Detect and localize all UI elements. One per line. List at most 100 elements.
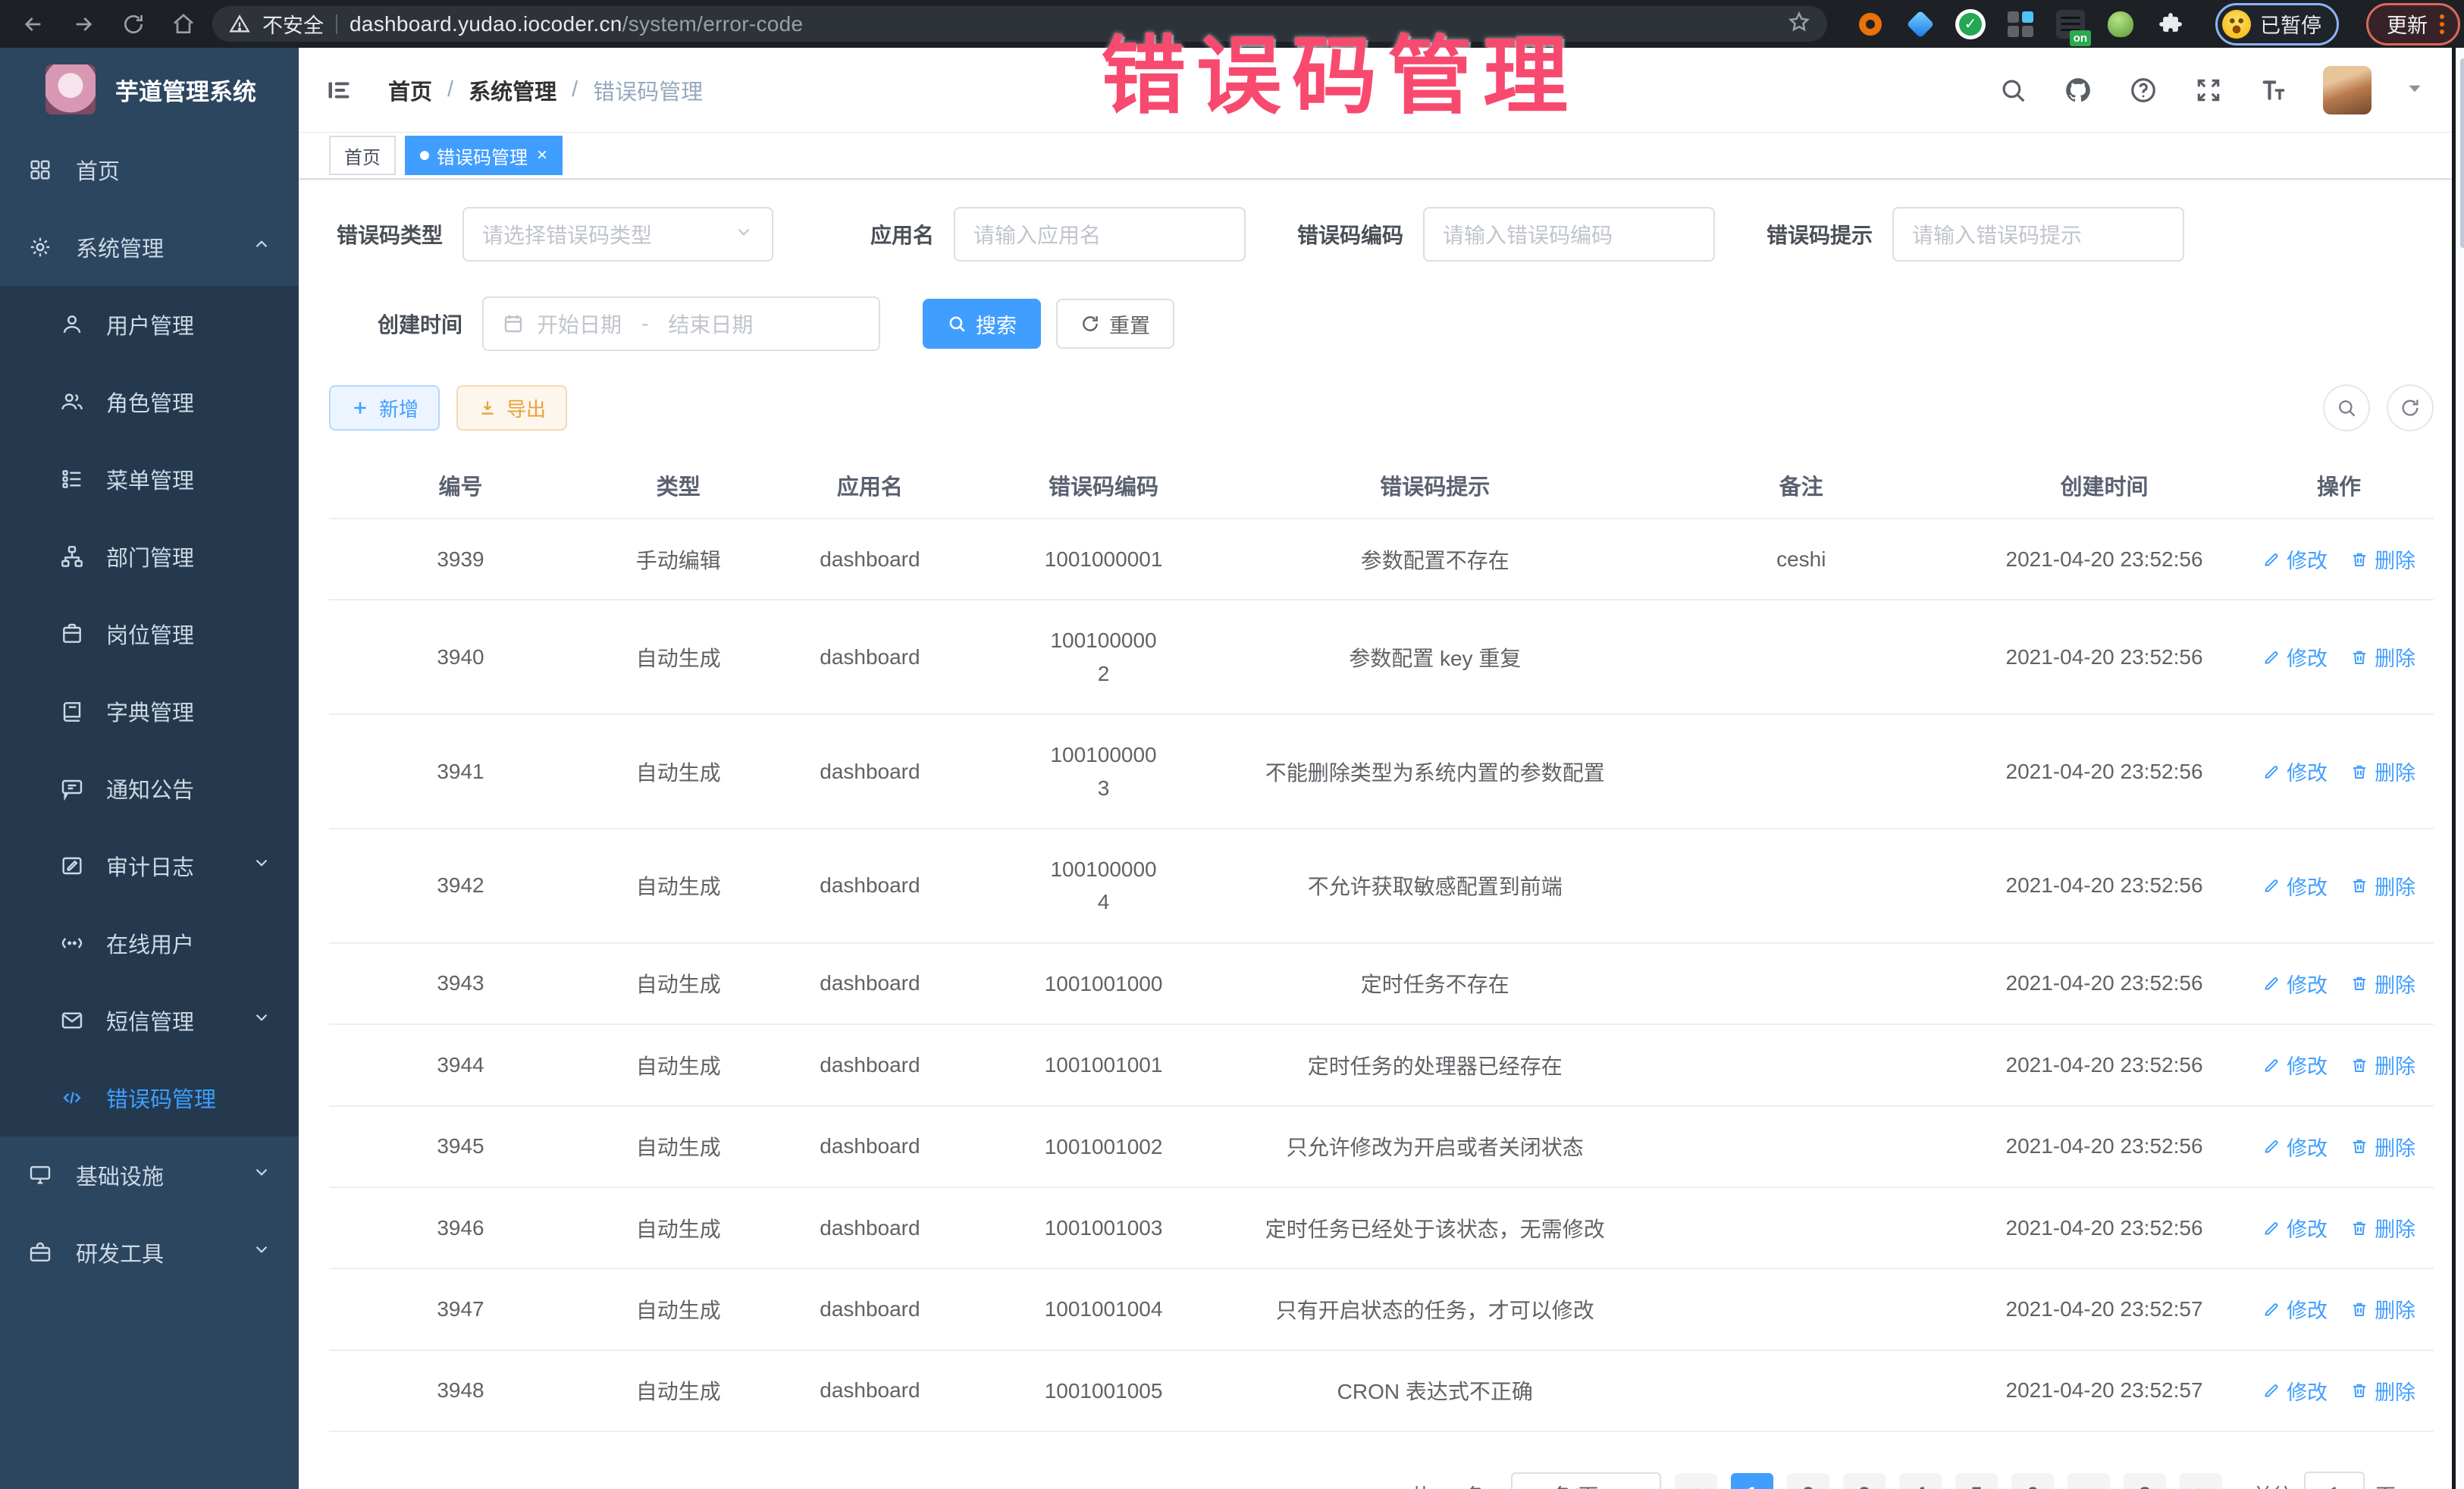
page-button[interactable]: 5 bbox=[1955, 1473, 1998, 1489]
tag-close-icon[interactable]: × bbox=[537, 146, 547, 165]
fullscreen-icon[interactable] bbox=[2193, 74, 2224, 106]
delete-link[interactable]: 删除 bbox=[2350, 1213, 2415, 1243]
edit-link[interactable]: 修改 bbox=[2262, 1376, 2328, 1406]
add-button[interactable]: 新增 bbox=[329, 385, 440, 431]
page-button[interactable]: 6 bbox=[2011, 1473, 2054, 1489]
prev-page-button[interactable] bbox=[1675, 1473, 1717, 1489]
cell-created: 2021-04-20 23:52:56 bbox=[1964, 600, 2244, 714]
date-range-picker[interactable]: 开始日期 - 结束日期 bbox=[482, 296, 880, 351]
github-icon[interactable] bbox=[2062, 74, 2094, 106]
delete-link[interactable]: 删除 bbox=[2350, 1132, 2415, 1161]
edit-link[interactable]: 修改 bbox=[2262, 642, 2328, 672]
sidebar-logo[interactable]: 芋道管理系统 bbox=[0, 48, 299, 131]
edit-link[interactable]: 修改 bbox=[2262, 871, 2328, 901]
sidebar-item[interactable]: 审计日志 bbox=[0, 827, 299, 904]
search-icon[interactable] bbox=[1997, 74, 2029, 106]
delete-link[interactable]: 删除 bbox=[2350, 757, 2415, 786]
reset-button[interactable]: 重置 bbox=[1056, 299, 1174, 349]
delete-link[interactable]: 删除 bbox=[2350, 1294, 2415, 1324]
extension-list-icon[interactable]: on bbox=[2055, 8, 2086, 40]
user-icon bbox=[59, 312, 85, 337]
avatar-caret-down-icon[interactable] bbox=[2405, 78, 2425, 102]
extension-grid-icon[interactable] bbox=[2005, 8, 2036, 40]
edit-icon bbox=[2262, 648, 2281, 666]
top-navbar: 首页/系统管理/错误码管理 bbox=[299, 48, 2464, 133]
dashboard-icon bbox=[27, 157, 53, 183]
delete-link[interactable]: 删除 bbox=[2350, 642, 2415, 672]
extension-gem-icon[interactable] bbox=[1904, 8, 1936, 40]
toggle-search-button[interactable] bbox=[2323, 384, 2370, 431]
user-avatar[interactable] bbox=[2323, 66, 2372, 114]
extensions-puzzle-icon[interactable] bbox=[2155, 8, 2187, 40]
sidebar-item[interactable]: 菜单管理 bbox=[0, 440, 299, 518]
tag-active[interactable]: 错误码管理× bbox=[405, 136, 563, 175]
next-page-button[interactable] bbox=[2180, 1473, 2222, 1489]
sidebar-item-label: 岗位管理 bbox=[106, 618, 194, 650]
edit-link[interactable]: 修改 bbox=[2262, 544, 2328, 574]
error-code-input[interactable]: 请输入错误码编码 bbox=[1423, 207, 1715, 262]
cell-id: 3947 bbox=[329, 1268, 592, 1350]
delete-link[interactable]: 删除 bbox=[2350, 1376, 2415, 1406]
sidebar-item[interactable]: 基础设施 bbox=[0, 1136, 299, 1214]
edit-link[interactable]: 修改 bbox=[2262, 757, 2328, 786]
error-hint-input[interactable]: 请输入错误码提示 bbox=[1892, 207, 2184, 262]
sidebar-item[interactable]: 研发工具 bbox=[0, 1214, 299, 1291]
gear-icon bbox=[27, 234, 53, 260]
breadcrumb-item[interactable]: 系统管理 bbox=[469, 74, 556, 106]
extension-orange-icon[interactable] bbox=[1854, 8, 1886, 40]
page-more-button[interactable]: ··· bbox=[2067, 1473, 2110, 1489]
browser-forward-icon[interactable] bbox=[62, 7, 105, 42]
app-name-input[interactable]: 请输入应用名 bbox=[954, 207, 1246, 262]
page-scrollbar-thumb[interactable] bbox=[2460, 58, 2464, 248]
table-row: 3940自动生成dashboard100100000 2参数配置 key 重复2… bbox=[329, 600, 2434, 714]
delete-link[interactable]: 删除 bbox=[2350, 871, 2415, 901]
page-button[interactable]: 3 bbox=[1843, 1473, 1886, 1489]
page-button[interactable]: 4 bbox=[1899, 1473, 1942, 1489]
browser-profile-chip[interactable]: 已暂停 bbox=[2215, 3, 2339, 45]
bookmark-star-icon[interactable] bbox=[1788, 11, 1810, 37]
sidebar-item[interactable]: 用户管理 bbox=[0, 286, 299, 363]
font-size-icon[interactable] bbox=[2258, 74, 2290, 106]
browser-update-button[interactable]: 更新 bbox=[2366, 3, 2460, 45]
goto-page-input[interactable]: 1 bbox=[2304, 1472, 2365, 1489]
help-icon[interactable] bbox=[2127, 74, 2159, 106]
breadcrumb-item[interactable]: 首页 bbox=[388, 74, 432, 106]
sidebar-item-active[interactable]: 错误码管理 bbox=[0, 1059, 299, 1136]
page-scrollbar-track[interactable] bbox=[2452, 48, 2464, 1489]
edit-link[interactable]: 修改 bbox=[2262, 969, 2328, 998]
page-button-active[interactable]: 1 bbox=[1731, 1473, 1773, 1489]
sidebar-item[interactable]: 通知公告 bbox=[0, 750, 299, 827]
sidebar-item[interactable]: 岗位管理 bbox=[0, 595, 299, 672]
edit-link[interactable]: 修改 bbox=[2262, 1132, 2328, 1161]
hamburger-icon[interactable] bbox=[321, 73, 356, 108]
refresh-button[interactable] bbox=[2387, 384, 2434, 431]
sidebar-item[interactable]: 字典管理 bbox=[0, 672, 299, 750]
tag-item[interactable]: 首页 bbox=[329, 136, 396, 175]
extension-check-icon[interactable]: ✓ bbox=[1955, 8, 1986, 40]
sidebar-item[interactable]: 短信管理 bbox=[0, 982, 299, 1059]
browser-home-icon[interactable] bbox=[162, 7, 205, 42]
browser-menu-dots-icon[interactable] bbox=[2440, 14, 2444, 34]
sidebar-item[interactable]: 首页 bbox=[0, 131, 299, 208]
position-icon bbox=[59, 621, 85, 647]
page-button[interactable]: 8 bbox=[2124, 1473, 2166, 1489]
address-bar[interactable]: 不安全 dashboard.yudao.iocoder.cn/system/er… bbox=[212, 6, 1827, 42]
delete-link[interactable]: 删除 bbox=[2350, 544, 2415, 574]
edit-link[interactable]: 修改 bbox=[2262, 1050, 2328, 1080]
page-button[interactable]: 2 bbox=[1787, 1473, 1829, 1489]
export-button[interactable]: 导出 bbox=[456, 385, 567, 431]
delete-link[interactable]: 删除 bbox=[2350, 1050, 2415, 1080]
sidebar-item[interactable]: 部门管理 bbox=[0, 518, 299, 595]
browser-back-icon[interactable] bbox=[12, 7, 55, 42]
edit-link[interactable]: 修改 bbox=[2262, 1213, 2328, 1243]
search-button[interactable]: 搜索 bbox=[923, 299, 1041, 349]
edit-link[interactable]: 修改 bbox=[2262, 1294, 2328, 1324]
browser-reload-icon[interactable] bbox=[112, 7, 155, 42]
page-size-select[interactable]: 10条/页 bbox=[1511, 1472, 1661, 1489]
delete-link[interactable]: 删除 bbox=[2350, 969, 2415, 998]
sidebar-item[interactable]: 系统管理 bbox=[0, 208, 299, 286]
extension-spy-icon[interactable] bbox=[2105, 8, 2136, 40]
sidebar-item[interactable]: 在线用户 bbox=[0, 904, 299, 982]
error-type-select[interactable]: 请选择错误码类型 bbox=[462, 207, 773, 262]
sidebar-item[interactable]: 角色管理 bbox=[0, 363, 299, 440]
